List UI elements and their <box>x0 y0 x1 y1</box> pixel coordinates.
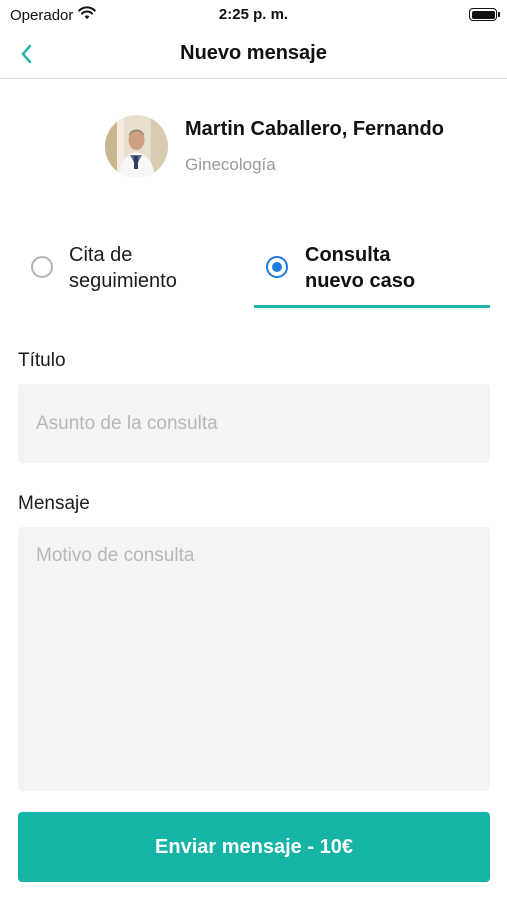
option-label-line1: Consulta <box>305 244 391 266</box>
doctor-name: Martin Caballero, Fernando <box>185 118 444 140</box>
option-label-line2: nuevo caso <box>305 270 416 292</box>
option-label-line2: seguimiento <box>69 270 177 292</box>
radio-selected-icon[interactable] <box>266 256 288 278</box>
navigation-bar: Nuevo mensaje <box>0 30 507 79</box>
status-time: 2:25 p. m. <box>218 6 289 23</box>
doctor-photo <box>105 115 168 178</box>
option-label: Cita de seguimiento <box>69 242 177 294</box>
title-field-label: Título <box>18 350 66 371</box>
option-label: Consulta nuevo caso <box>305 242 415 294</box>
title-input[interactable] <box>18 384 490 463</box>
option-cita-seguimiento[interactable]: Cita de seguimiento <box>18 240 238 308</box>
option-consulta-nuevo-caso[interactable]: Consulta nuevo caso <box>254 240 490 308</box>
doctor-avatar <box>105 115 168 178</box>
message-field-label: Mensaje <box>18 493 90 514</box>
battery-full-icon <box>469 8 500 21</box>
page-title: Nuevo mensaje <box>180 42 327 64</box>
send-message-button[interactable]: Enviar mensaje - 10€ <box>18 812 490 882</box>
message-textarea[interactable] <box>18 527 490 791</box>
status-bar: Operador 2:25 p. m. <box>0 0 507 30</box>
option-label-line1: Cita de <box>69 244 133 266</box>
radio-unselected-icon[interactable] <box>31 256 53 278</box>
battery-level <box>471 10 495 19</box>
doctor-card: Martin Caballero, Fernando Ginecología <box>105 115 485 181</box>
doctor-specialty: Ginecología <box>185 155 276 174</box>
